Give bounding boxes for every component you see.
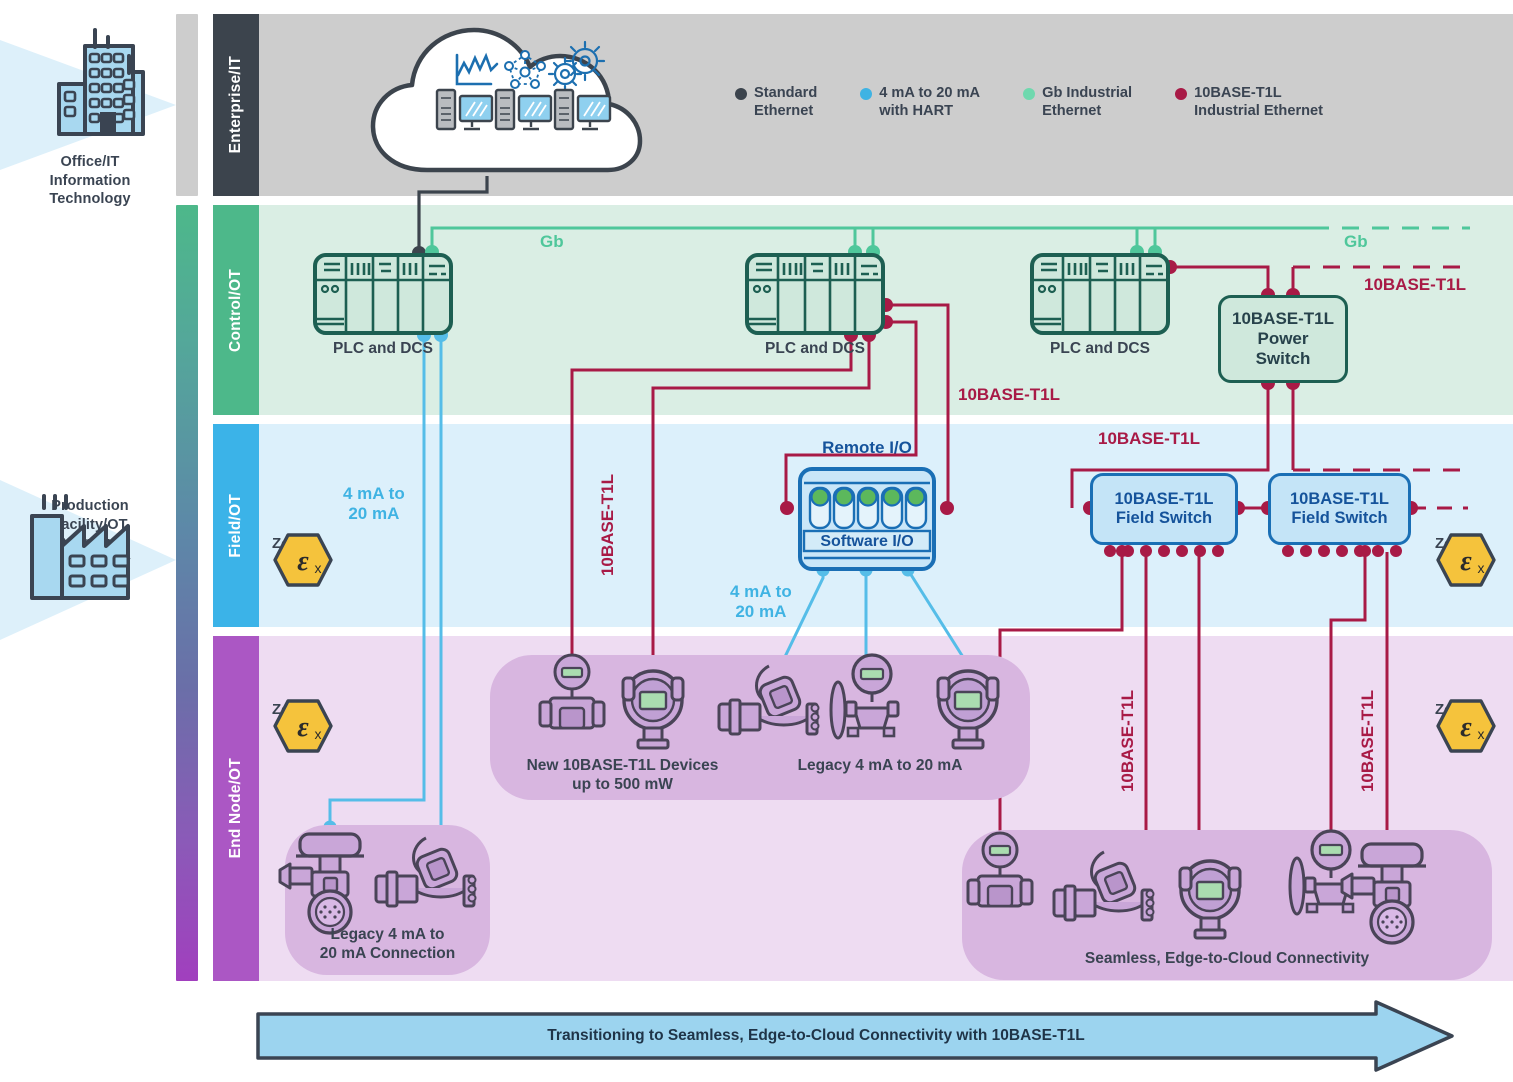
plc-dcs-center-label: PLC and DCS — [765, 340, 865, 357]
band-label-endnode: End Node/OT — [227, 758, 244, 859]
remote-io[interactable] — [797, 466, 937, 572]
t1l-vlabel-endnode-right: 10BASE-T1L — [1358, 690, 1377, 793]
t1l-label-field-right: 10BASE-T1L — [1098, 429, 1201, 448]
cloud-datacenter — [370, 27, 643, 173]
band-tab-endnode: End Node/OT — [213, 636, 259, 981]
plc-dcs-center[interactable] — [745, 253, 885, 335]
ex-hexagon-icon: ε x — [273, 699, 333, 753]
legend-item-4-20ma-hart: 4 mA to 20 mA with HART — [860, 84, 980, 120]
svg-text:ε: ε — [297, 546, 309, 577]
legend-dot-gb-industrial-ethernet — [1023, 88, 1036, 100]
legacy-4-20ma-caption: Legacy 4 mA to 20 mA — [797, 757, 963, 774]
t1l-vlabel-endnode-left: 10BASE-T1L — [1118, 690, 1137, 793]
plc-dcs-left[interactable] — [313, 253, 453, 335]
new-t1l-devices-caption: New 10BASE-T1L Devices up to 500 mW — [526, 757, 719, 794]
band-tab-field: Field/OT — [213, 424, 259, 627]
t1l-label-control-center: 10BASE-T1L — [958, 385, 1061, 404]
gb-label-left: Gb — [540, 232, 564, 251]
legend-item-standard-ethernet: Standard Ethernet — [735, 84, 817, 120]
zone-1-left: ε x Zone 1 — [272, 532, 333, 587]
band-label-field: Field/OT — [227, 493, 244, 558]
legend-dot-10base-t1l — [1175, 88, 1188, 100]
maturity-rail-gradient — [176, 205, 198, 981]
plc-dcs-right-label: PLC and DCS — [1050, 340, 1150, 357]
factory-icon — [30, 494, 130, 600]
plc-dcs-left-label: PLC and DCS — [333, 340, 433, 357]
svg-text:ε: ε — [297, 712, 309, 743]
legend-item-10base-t1l: 10BASE-T1L Industrial Ethernet — [1175, 84, 1323, 120]
zone-0-right: ε x Zone 0 — [1435, 698, 1496, 753]
legend-label-standard-ethernet: Standard Ethernet — [754, 85, 818, 120]
svg-text:ε: ε — [1460, 712, 1472, 743]
svg-text:ε: ε — [1460, 546, 1472, 577]
t1l-label-control-right: 10BASE-T1L — [1364, 275, 1467, 294]
ex-hexagon-icon: ε x — [1436, 533, 1496, 587]
band-tab-control: Control/OT — [213, 205, 259, 415]
edge-to-cloud-caption: Seamless, Edge-to-Cloud Connectivity — [1084, 950, 1370, 967]
t1l-field-switch-1[interactable]: 10BASE-T1L Field Switch — [1090, 473, 1238, 545]
ex-hexagon-icon: ε x — [1436, 699, 1496, 753]
band-label-enterprise: Enterprise/IT — [227, 56, 244, 154]
current-loop-label-left: 4 mA to 20 mA — [343, 484, 405, 523]
legend-label-4-20ma-hart: 4 mA to 20 mA with HART — [879, 85, 981, 120]
band-label-control: Control/OT — [227, 268, 244, 352]
plc-dcs-right[interactable] — [1030, 253, 1170, 335]
current-loop-label-remote-io: 4 mA to 20 mA — [730, 582, 792, 621]
t1l-power-switch[interactable]: 10BASE-T1L Power Switch — [1218, 295, 1348, 383]
legend-label-gb-industrial-ethernet: Gb Industrial Ethernet — [1042, 85, 1133, 120]
office-building-icon — [57, 28, 145, 136]
zone-0-left: ε x Zone 0 — [272, 698, 333, 753]
legend-label-10base-t1l: 10BASE-T1L Industrial Ethernet — [1194, 85, 1324, 120]
legend: Standard Ethernet 4 mA to 20 mA with HAR… — [735, 84, 1323, 120]
legend-dot-standard-ethernet — [735, 88, 747, 100]
remote-io-title: Remote I/O — [822, 438, 912, 457]
production-ot-block: Production Facility/OT Operating Technol… — [0, 490, 180, 600]
legend-item-gb-industrial-ethernet: Gb Industrial Ethernet — [1023, 84, 1132, 120]
band-tab-enterprise: Enterprise/IT — [213, 14, 259, 196]
legend-dot-4-20ma-hart — [860, 88, 873, 100]
transition-banner-label: Transitioning to Seamless, Edge-to-Cloud… — [547, 1027, 1085, 1044]
svg-text:x: x — [1478, 560, 1485, 576]
svg-text:x: x — [1478, 726, 1485, 742]
svg-text:x: x — [315, 726, 322, 742]
office-it-block: Office/IT Information Technology — [0, 26, 180, 209]
zone-1-right: ε x Zone 1 — [1435, 532, 1496, 587]
t1l-vlabel-field-left: 10BASE-T1L — [598, 474, 617, 577]
svg-text:x: x — [315, 560, 322, 576]
legacy-connection-caption: Legacy 4 mA to 20 mA Connection — [319, 926, 456, 963]
t1l-field-switch-2[interactable]: 10BASE-T1L Field Switch — [1268, 473, 1411, 545]
office-it-caption: Office/IT Information Technology — [49, 154, 131, 208]
gb-label-right: Gb — [1344, 232, 1368, 251]
remote-io-software-io-label: Software I/O — [820, 533, 914, 550]
ex-hexagon-icon: ε x — [273, 533, 333, 587]
